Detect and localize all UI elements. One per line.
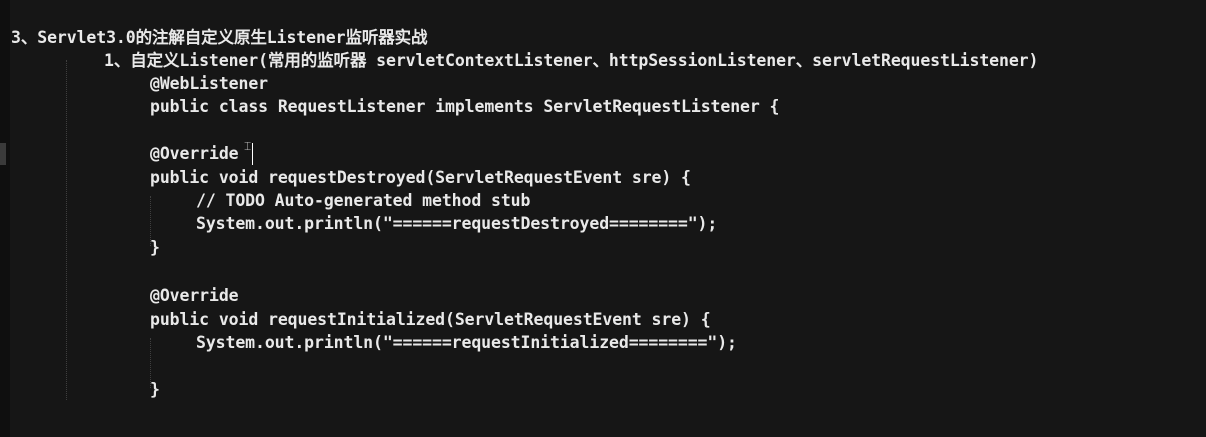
- code-line: System.out.println("======requestInitial…: [196, 333, 737, 352]
- code-line: @Override: [150, 144, 239, 163]
- code-line: public class RequestListener implements …: [150, 97, 780, 116]
- editor-gutter: [0, 0, 10, 437]
- code-line: // TODO Auto-generated method stub: [196, 191, 531, 210]
- doc-subheading: 1、自定义Listener(常用的监听器 servletContextListe…: [104, 51, 1039, 70]
- code-line: }: [150, 380, 160, 399]
- code-line: public void requestDestroyed(ServletRequ…: [150, 168, 691, 187]
- text-caret: [252, 143, 253, 165]
- current-line-marker: [0, 143, 6, 165]
- code-line: }: [150, 238, 160, 257]
- code-line: @WebListener: [150, 74, 269, 93]
- indent-guide: [66, 60, 67, 400]
- code-line: System.out.println("======requestDestroy…: [196, 214, 718, 233]
- doc-heading: 3、Servlet3.0的注解自定义原生Listener监听器实战: [11, 28, 428, 47]
- ibeam-cursor-icon: ⌶: [244, 139, 252, 153]
- code-line: public void requestInitialized(ServletRe…: [150, 310, 711, 329]
- text-editor[interactable]: 3、Servlet3.0的注解自定义原生Listener监听器实战 1、自定义L…: [0, 0, 1206, 437]
- code-line: @Override: [150, 286, 239, 305]
